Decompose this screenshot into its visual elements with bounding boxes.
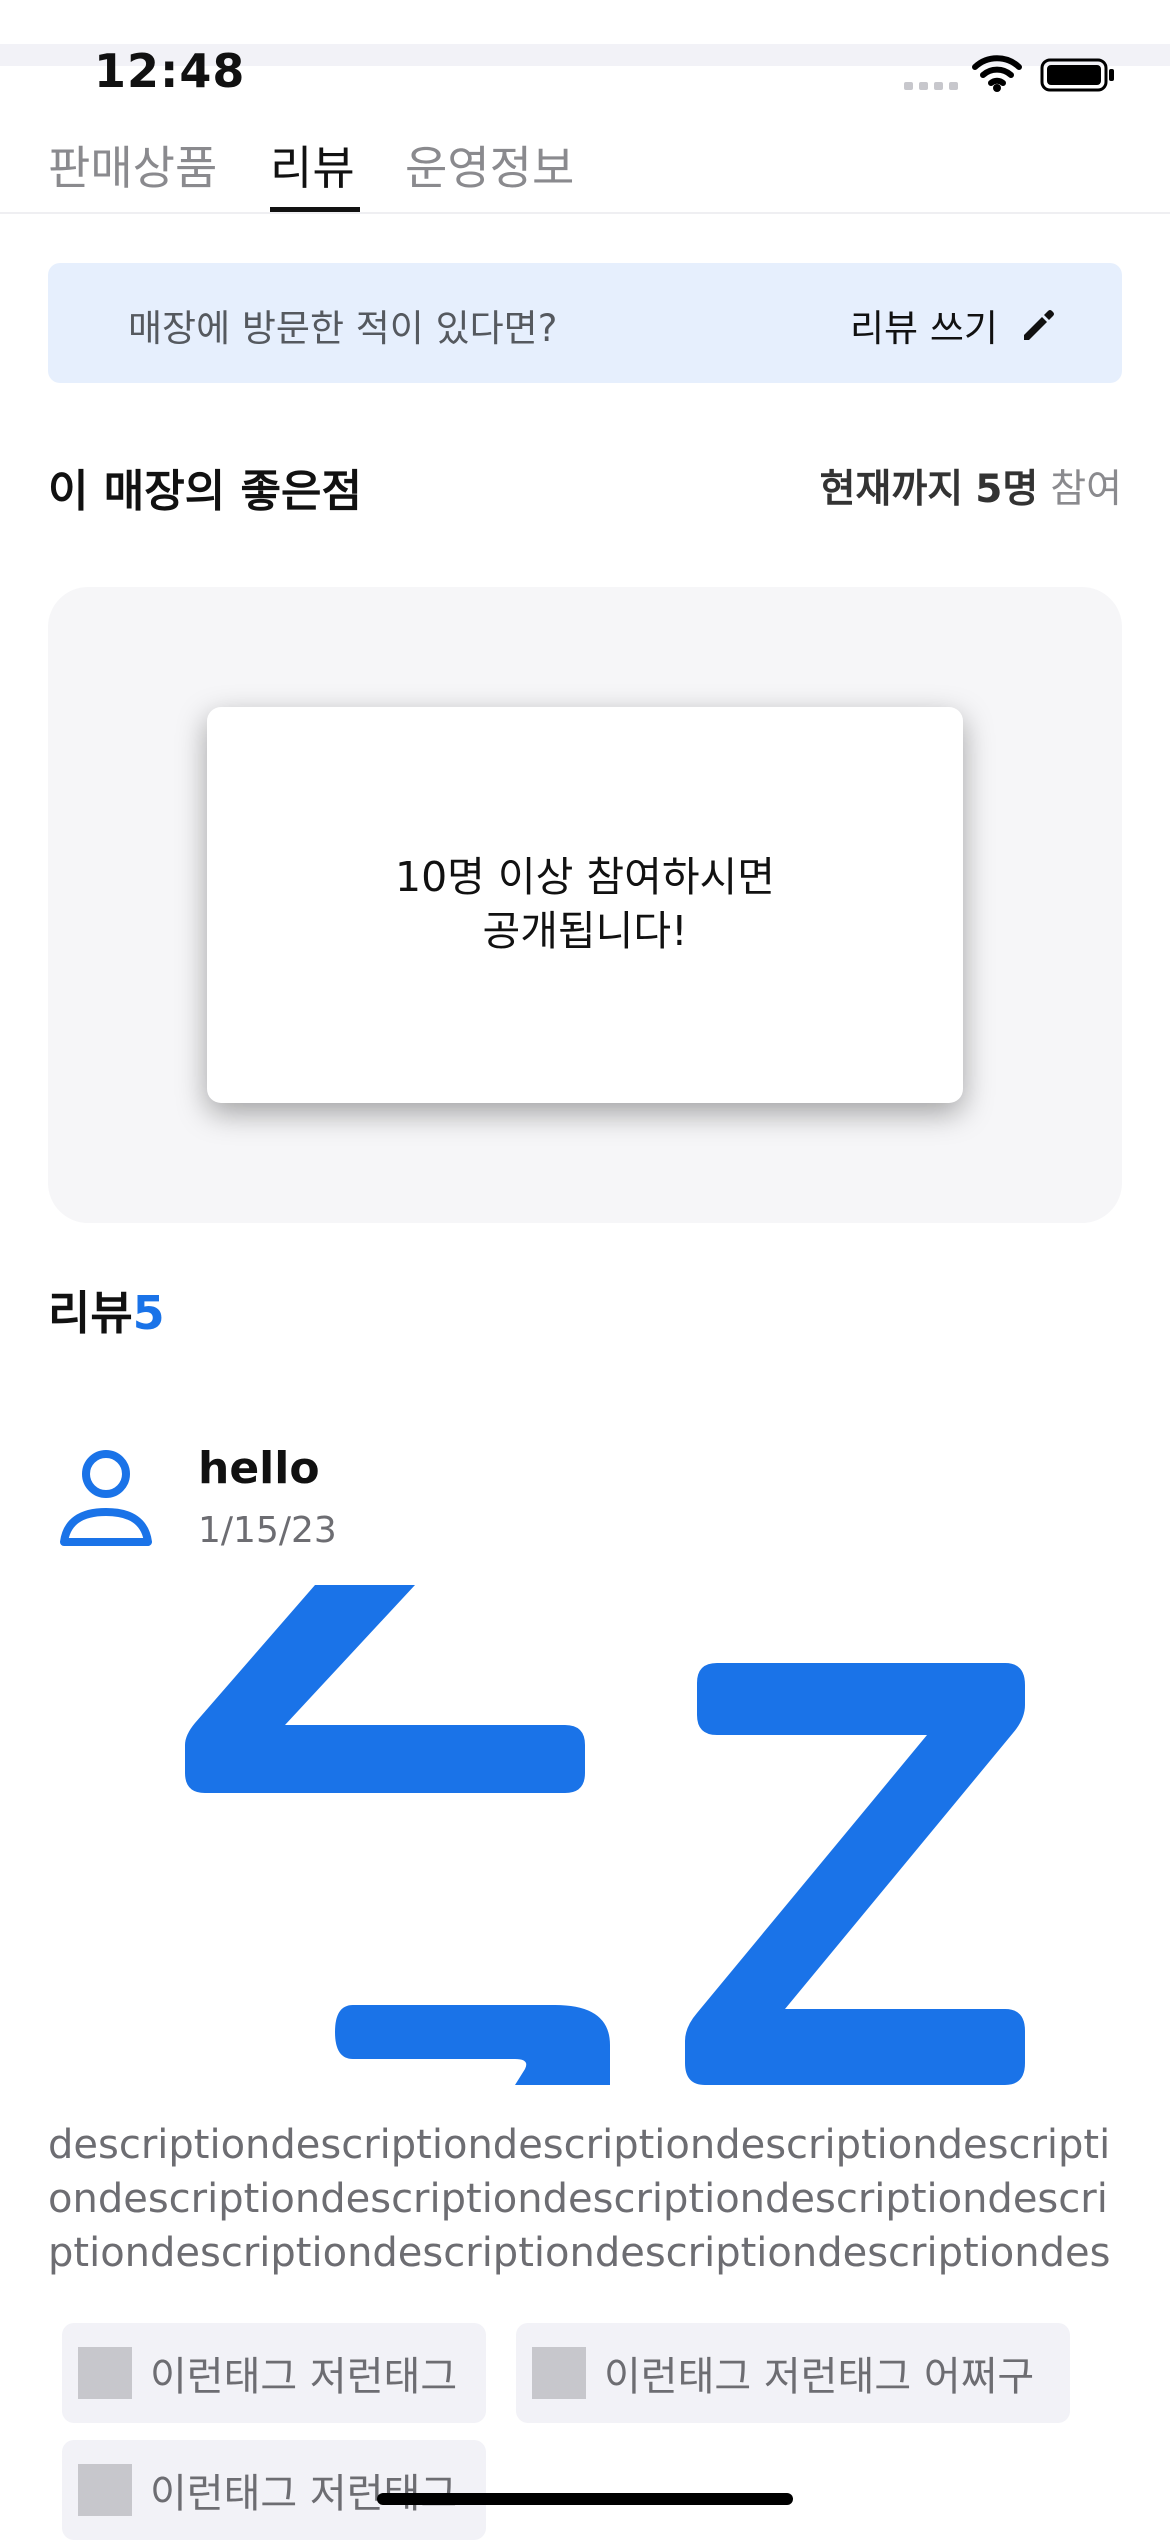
reviews-title: 리뷰5 <box>48 1277 165 1343</box>
write-review-label: 리뷰 쓰기 <box>850 307 998 350</box>
sleep-zz-icon <box>185 1585 1025 2085</box>
review-author: hello <box>198 1443 320 1494</box>
participants-prefix: 현재까지 <box>819 467 964 512</box>
good-points-title: 이 매장의 좋은점 <box>48 466 362 517</box>
participants-suffix: 참여 <box>1050 467 1122 512</box>
locked-message-line1: 10명 이상 참여하시면 <box>395 853 775 901</box>
cellular-signal-icon <box>904 82 958 90</box>
tag-label: 이런태그 저런태그 어쩌구 <box>604 2354 1035 2400</box>
participants-count: 현재까지 5명 참여 <box>820 458 1122 514</box>
locked-message-line2: 공개됩니다! <box>482 907 688 955</box>
tag-thumbnail <box>78 2464 132 2516</box>
tab-divider <box>0 212 1170 214</box>
tag-thumbnail <box>78 2347 132 2399</box>
banner-prompt: 매장에 방문한 적이 있다면? <box>128 307 558 350</box>
review-description: descriptiondescriptiondescriptiondescrip… <box>48 2122 1111 2276</box>
wifi-icon <box>972 55 1022 92</box>
tab-store-info[interactable]: 운영정보 <box>405 132 574 198</box>
reviews-count: 5 <box>132 1286 165 1340</box>
review-date: 1/15/23 <box>198 1510 337 1551</box>
write-review-button[interactable]: 리뷰 쓰기 <box>850 298 1056 352</box>
battery-icon <box>1040 58 1114 92</box>
status-time: 12:48 <box>94 44 246 98</box>
tab-products[interactable]: 판매상품 <box>48 132 217 198</box>
review-tag: 이런태그 저런태그 어쩌구 <box>516 2323 1070 2423</box>
tag-label: 이런태그 저런태그 <box>150 2471 458 2517</box>
tag-thumbnail <box>532 2347 586 2399</box>
home-indicator[interactable] <box>377 2493 793 2505</box>
review-tag: 이런태그 저런태그 <box>62 2323 486 2423</box>
locked-message: 10명 이상 참여하시면 공개됩니다! <box>207 850 963 958</box>
participants-number: 5명 <box>975 467 1039 512</box>
pencil-icon <box>1023 310 1054 340</box>
tag-label: 이런태그 저런태그 <box>150 2354 458 2400</box>
reviews-title-label: 리뷰 <box>48 1286 133 1340</box>
review-tag: 이런태그 저런태그 <box>62 2440 486 2540</box>
tab-reviews[interactable]: 리뷰 <box>270 132 355 198</box>
person-icon <box>60 1450 152 1546</box>
